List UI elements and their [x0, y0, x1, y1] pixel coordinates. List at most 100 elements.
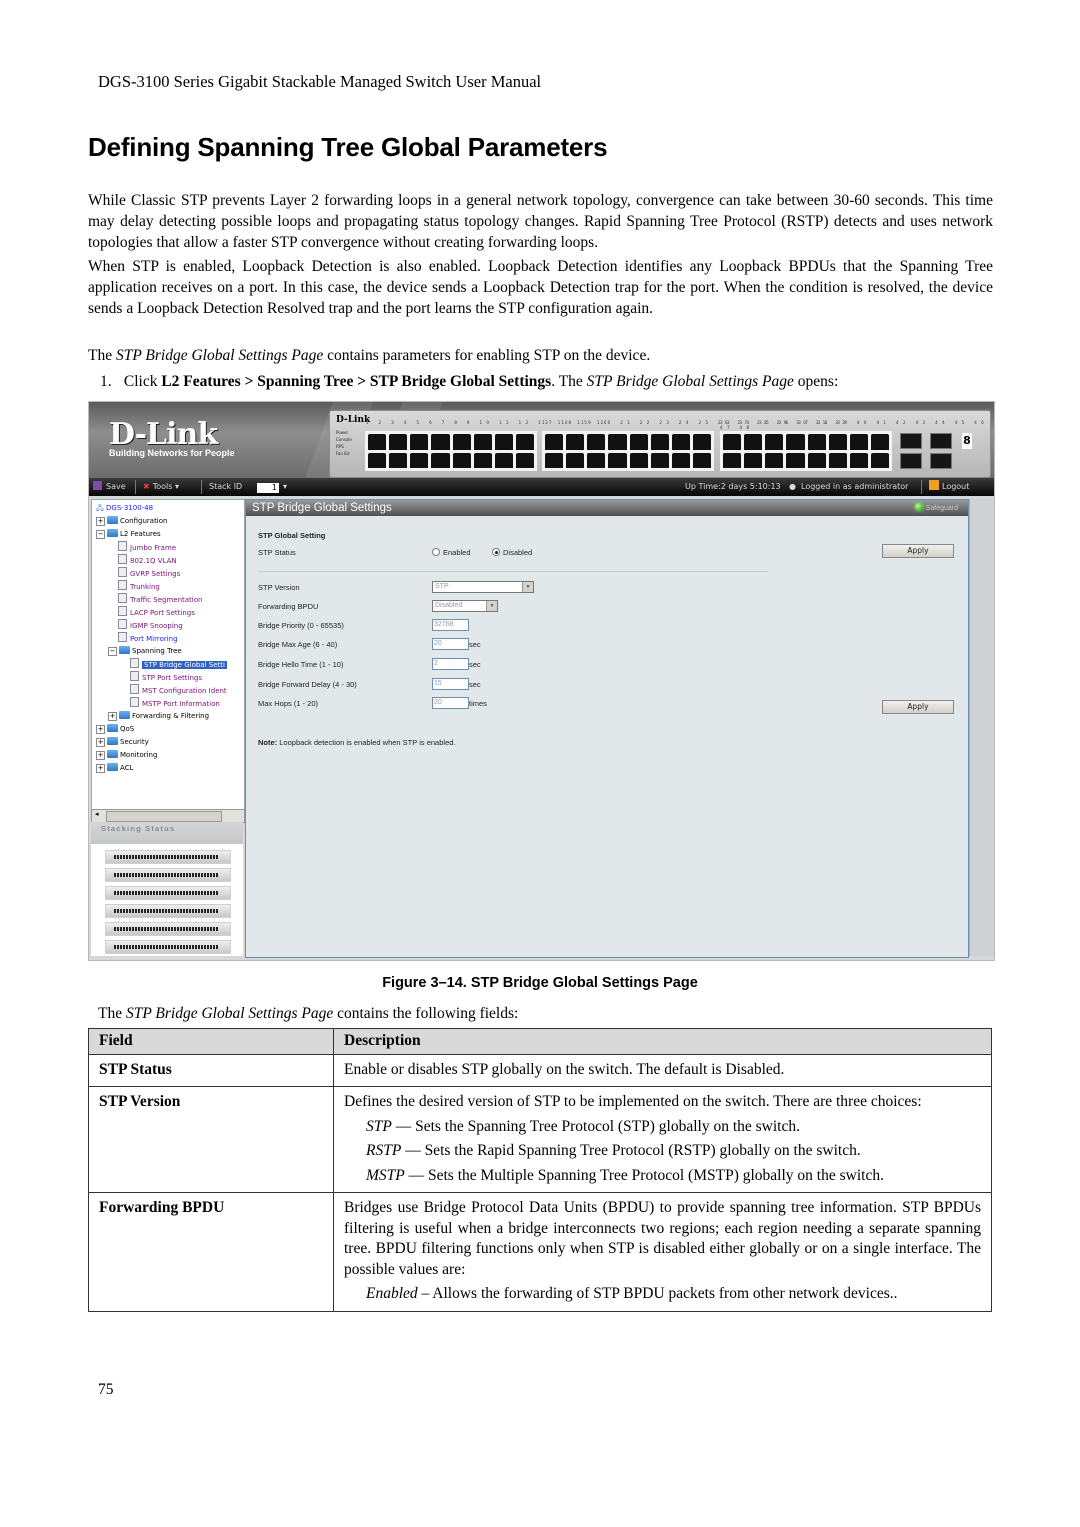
tree-horizontal-scrollbar[interactable]: ◂: [91, 809, 245, 823]
tree-item-gvrp-settings[interactable]: GVRP Settings: [118, 567, 180, 581]
field-name: STP Version: [88, 1086, 334, 1193]
port-group-17-32: [542, 431, 714, 471]
page-icon: [118, 593, 127, 603]
tree-item-lacp-port-settings[interactable]: LACP Port Settings: [118, 606, 195, 620]
stack-unit-2[interactable]: [105, 868, 231, 882]
stack-unit-5[interactable]: [105, 922, 231, 936]
page-icon: [130, 671, 139, 681]
table-row: STP Version Defines the desired version …: [88, 1086, 992, 1193]
chevron-down-icon[interactable]: ▾: [283, 478, 287, 496]
device-front-panel: D-Link Power Console RPS Fan Err 1 2 3 4…: [329, 410, 991, 478]
tree-root[interactable]: 🖧 DGS-3100-48: [96, 502, 153, 515]
tree-item-mst-configuration-identification[interactable]: MST Configuration Ident: [130, 684, 227, 698]
stp-version-select[interactable]: STP ▼: [432, 581, 534, 593]
tree-item-traffic-segmentation[interactable]: Traffic Segmentation: [118, 593, 202, 607]
divider: [258, 571, 768, 572]
tree-item-stp-port-settings[interactable]: STP Port Settings: [130, 671, 202, 685]
bridge-forward-delay-label: Bridge Forward Delay (4 - 30): [258, 680, 357, 689]
user-icon: ●: [789, 482, 796, 491]
stp-status-disabled-radio[interactable]: Disabled: [492, 548, 532, 557]
option-item: Enabled – Allows the forwarding of STP B…: [366, 1285, 898, 1302]
expand-icon: +: [96, 751, 105, 760]
tools-icon: ✖: [143, 482, 150, 491]
bridge-hello-time-input[interactable]: 2: [432, 658, 469, 670]
port-group-33-48: [720, 431, 892, 471]
page-icon: [118, 606, 127, 616]
folder-icon: [107, 750, 118, 758]
loopback-note: Note: Loopback detection is enabled when…: [258, 738, 456, 747]
chevron-down-icon: ▾: [174, 482, 179, 491]
stp-version-label: STP Version: [258, 583, 300, 592]
field-description: Defines the desired version of STP to be…: [333, 1086, 992, 1193]
folder-icon: [107, 737, 118, 745]
page-icon: [118, 541, 127, 551]
stack-unit-1[interactable]: [105, 850, 231, 864]
paragraph-loopback-detection: When STP is enabled, Loopback Detection …: [88, 258, 993, 317]
tree-item-acl[interactable]: + ACL: [96, 762, 133, 775]
fields-table: Field Description STP Status Enable or d…: [88, 1028, 992, 1312]
stack-unit-4[interactable]: [105, 904, 231, 918]
right-margin-pane: [969, 499, 994, 956]
option-item: STP — Sets the Spanning Tree Protocol (S…: [366, 1117, 800, 1135]
running-header: DGS-3100 Series Gigabit Stackable Manage…: [98, 72, 542, 91]
tree-item-jumbo-frame[interactable]: Jumbo Frame: [118, 541, 176, 555]
stack-unit-6[interactable]: [105, 940, 231, 954]
tree-item-igmp-snooping[interactable]: IGMP Snooping: [118, 619, 183, 633]
stp-status-enabled-radio[interactable]: Enabled: [432, 548, 471, 557]
bridge-max-age-label: Bridge Max Age (6 - 40): [258, 640, 338, 649]
tree-item-trunking[interactable]: Trunking: [118, 580, 160, 594]
max-hops-input[interactable]: 20: [432, 697, 469, 709]
form-section-title: STP Global Setting: [258, 531, 326, 540]
chevron-down-icon: ▼: [486, 601, 497, 611]
logged-in-status: Logged in as administrator: [801, 482, 909, 491]
tools-menu[interactable]: ✖ Tools ▾: [143, 478, 179, 496]
stack-id-select[interactable]: 1: [257, 483, 279, 493]
folder-open-icon: [107, 529, 118, 537]
table-intro: The STP Bridge Global Settings Page cont…: [98, 1005, 519, 1022]
stacking-status-title: Stacking Status: [91, 822, 243, 844]
key-icon: [929, 480, 939, 490]
apply-button-status[interactable]: Apply: [882, 544, 954, 558]
tree-item-port-mirroring[interactable]: Port Mirroring: [118, 632, 178, 646]
field-name: STP Status: [88, 1053, 334, 1087]
page-icon: [118, 567, 127, 577]
unit-id-display: 8: [962, 433, 972, 449]
tree-item-8021q-vlan[interactable]: 802.1Q VLAN: [118, 554, 177, 568]
save-button[interactable]: Save: [93, 478, 126, 496]
logout-button[interactable]: Logout: [929, 478, 969, 496]
page-icon: [118, 619, 127, 629]
navigation-tree: 🖧 DGS-3100-48 + Configuration − L2 Feature…: [91, 499, 245, 811]
forwarding-bpdu-label: Forwarding BPDU: [258, 602, 319, 611]
header-description: Description: [333, 1028, 992, 1055]
tree-item-security[interactable]: + Security: [96, 736, 149, 749]
tree-item-monitoring[interactable]: + Monitoring: [96, 749, 157, 762]
bridge-priority-input[interactable]: 32768: [432, 619, 469, 631]
banner: D-Link Building Networks for People D-Li…: [89, 402, 994, 478]
tree-item-configuration[interactable]: + Configuration: [96, 515, 167, 528]
figure-caption: Figure 3–14. STP Bridge Global Settings …: [382, 975, 698, 991]
tree-item-l2-features[interactable]: − L2 Features: [96, 528, 161, 541]
expand-icon: +: [96, 725, 105, 734]
field-description: Enable or disables STP globally on the s…: [333, 1053, 992, 1087]
tree-item-forwarding-filtering[interactable]: + Forwarding & Filtering: [108, 710, 209, 723]
tree-item-mstp-port-information[interactable]: MSTP Port Information: [130, 697, 220, 711]
stp-status-label: STP Status: [258, 548, 296, 557]
tree-item-stp-bridge-global-settings[interactable]: STP Bridge Global Setti: [130, 658, 227, 672]
combo-port: [900, 433, 922, 449]
apply-button-parameters[interactable]: Apply: [882, 700, 954, 714]
tree-item-spanning-tree[interactable]: − Spanning Tree: [108, 645, 182, 658]
chevron-down-icon: ▼: [522, 582, 533, 592]
bridge-max-age-input[interactable]: 20: [432, 638, 469, 650]
folder-icon: [107, 724, 118, 732]
bridge-forward-delay-input[interactable]: 15: [432, 678, 469, 690]
header-field: Field: [88, 1028, 334, 1055]
option-item: MSTP — Sets the Multiple Spanning Tree P…: [366, 1166, 884, 1184]
tree-item-qos[interactable]: + QoS: [96, 723, 134, 736]
table-header-row: Field Description: [88, 1028, 992, 1055]
scrollbar-thumb[interactable]: [106, 811, 222, 822]
scroll-left-icon[interactable]: ◂: [95, 810, 99, 818]
stack-unit-3[interactable]: [105, 886, 231, 900]
figure-screenshot: D-Link Building Networks for People D-Li…: [88, 401, 995, 961]
forwarding-bpdu-select[interactable]: Disabled ▼: [432, 600, 498, 612]
page-icon: [130, 697, 139, 707]
